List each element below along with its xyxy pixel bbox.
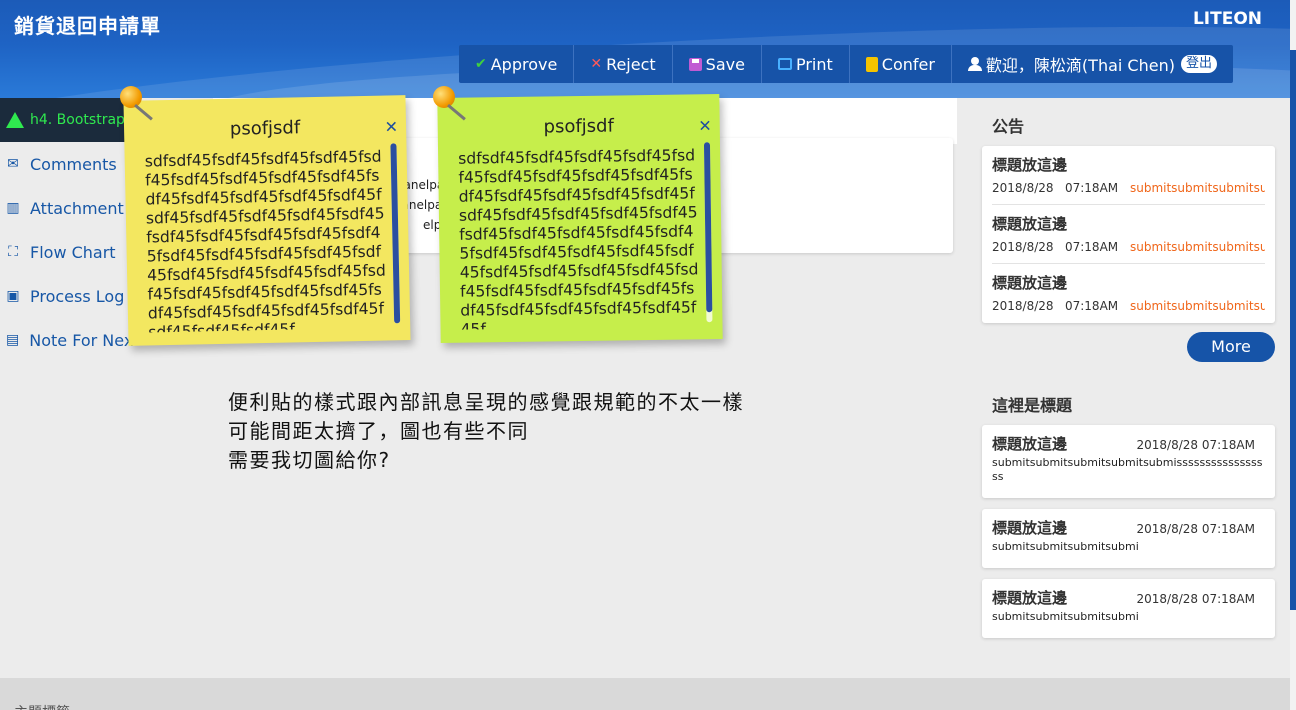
- card-title: 標題放這邊: [992, 435, 1068, 453]
- announcement-date: 2018/8/28: [992, 240, 1054, 254]
- more-button[interactable]: More: [1187, 332, 1275, 362]
- envelope-icon: ✉: [7, 156, 19, 172]
- page-scrollbar[interactable]: [1290, 0, 1296, 710]
- card-datetime: 2018/8/28 07:18AM: [1136, 438, 1256, 452]
- print-label: Print: [795, 54, 833, 74]
- announcement-link[interactable]: submitsubmitsubmitsubmi: [1130, 181, 1265, 195]
- announcement-time: 07:18AM: [1064, 299, 1119, 313]
- reject-button[interactable]: ✕ Reject: [574, 45, 673, 83]
- announcement-item[interactable]: 標題放這邊 2018/8/28 07:18AM submitsubmitsubm…: [992, 264, 1265, 323]
- confer-icon: [865, 56, 878, 72]
- announcement-title: 公告: [992, 117, 1025, 136]
- card-body: submitsubmitsubmitsubmi: [992, 540, 1139, 553]
- user-icon: [967, 57, 982, 71]
- info-card[interactable]: 標題放這邊 2018/8/28 07:18AM submitsubmitsubm…: [982, 509, 1275, 568]
- announcement-time: 07:18AM: [1064, 181, 1119, 195]
- sidebar-item-label: h4. Bootstrap: [30, 112, 125, 128]
- approve-label: Approve: [490, 54, 558, 74]
- announcement-link[interactable]: submitsubmitsubmitsubmi: [1130, 299, 1265, 313]
- sidebar-item-label: Note For Next: [29, 330, 135, 350]
- footer-text: 主題標籤: [14, 702, 70, 710]
- card-body: submitsubmitsubmitsubmitsubmisssssssssss…: [992, 456, 1263, 483]
- app-header: 銷貨退回申請單 LITEON ✔ Approve ✕ Reject Save P…: [0, 0, 1296, 98]
- info-card[interactable]: 標題放這邊 2018/8/28 07:18AM submitsubmitsubm…: [982, 425, 1275, 498]
- info-card[interactable]: 標題放這邊 2018/8/28 07:18AM submitsubmitsubm…: [982, 579, 1275, 638]
- note-scrollbar[interactable]: [703, 142, 713, 323]
- note-body: sdfsdf45fsdf45fsdf45fsdf45fsdf45fsdf45fs…: [144, 147, 386, 333]
- sitemap-icon: ⛶: [8, 244, 18, 260]
- sidebar-item-process-log[interactable]: ▣ Process Log: [0, 274, 135, 318]
- confer-label: Confer: [881, 54, 935, 74]
- sidebar-item-label: Process Log: [30, 286, 125, 306]
- announcement-item[interactable]: 標題放這邊 2018/8/28 07:18AM submitsubmitsubm…: [992, 146, 1265, 205]
- sidebar-item-flow-chart[interactable]: ⛶ Flow Chart: [0, 230, 135, 274]
- chart-icon: ▥: [6, 200, 20, 216]
- card-title: 標題放這邊: [992, 519, 1068, 537]
- reject-label: Reject: [606, 54, 656, 74]
- scroll-thumb[interactable]: [703, 142, 713, 313]
- review-message: 便利貼的樣式跟內部訊息呈現的感覺跟規範的不太一樣 可能間距太擠了，圖也有些不同 …: [228, 388, 744, 475]
- message-line: 便利貼的樣式跟內部訊息呈現的感覺跟規範的不太一樣: [228, 390, 744, 414]
- confer-button[interactable]: Confer: [850, 45, 952, 83]
- announcement-time: 07:18AM: [1064, 240, 1119, 254]
- scroll-thumb[interactable]: [1290, 50, 1296, 610]
- sidebar: h4. Bootstrap ✉ Comments ▥ Attachment ⛶ …: [0, 98, 135, 362]
- announcement-item[interactable]: 標題放這邊 2018/8/28 07:18AM submitsubmitsubm…: [992, 205, 1265, 264]
- note-body: sdfsdf45fsdf45fsdf45fsdf45fsdf45fsdf45fs…: [458, 146, 699, 330]
- briefcase-icon: ▣: [6, 288, 20, 304]
- file-icon: ▤: [6, 332, 20, 348]
- pushpin-icon: [118, 84, 158, 124]
- announcement-link[interactable]: submitsubmitsubmitsubmi: [1130, 240, 1265, 254]
- card-datetime: 2018/8/28 07:18AM: [1136, 522, 1256, 536]
- sidebar-item-label: Attachment: [30, 198, 124, 218]
- sidebar-item-comments[interactable]: ✉ Comments: [0, 142, 135, 186]
- sidebar-item-label: Flow Chart: [30, 242, 116, 262]
- footer-bar: 主題標籤: [0, 678, 1290, 710]
- x-icon: ✕: [590, 56, 603, 72]
- announcement-item-title: 標題放這邊: [992, 156, 1068, 174]
- announcement-date: 2018/8/28: [992, 299, 1054, 313]
- sticky-note[interactable]: psofjsdf ✕ sdfsdf45fsdf45fsdf45fsdf45fsd…: [437, 94, 723, 343]
- card-datetime: 2018/8/28 07:18AM: [1136, 592, 1256, 606]
- print-icon: [777, 58, 792, 70]
- announcement-item-title: 標題放這邊: [992, 215, 1068, 233]
- print-button[interactable]: Print: [762, 45, 850, 83]
- save-icon: [688, 57, 702, 71]
- sidebar-item-note-for-next[interactable]: ▤ Note For Next: [0, 318, 135, 362]
- card-body: submitsubmitsubmitsubmi: [992, 610, 1139, 623]
- sidebar-item-label: Comments: [30, 154, 117, 174]
- action-toolbar: ✔ Approve ✕ Reject Save Print Confer 歡迎，…: [459, 45, 1233, 83]
- note-title: psofjsdf: [543, 115, 614, 138]
- warning-icon: [6, 112, 24, 128]
- save-label: Save: [705, 54, 745, 74]
- save-button[interactable]: Save: [673, 45, 762, 83]
- sticky-note[interactable]: psofjsdf ✕ sdfsdf45fsdf45fsdf45fsdf45fsd…: [123, 95, 411, 346]
- check-icon: ✔: [475, 56, 487, 72]
- logout-button[interactable]: 登出: [1180, 55, 1217, 73]
- message-line: 需要我切圖給你?: [228, 448, 391, 472]
- announcement-list: 標題放這邊 2018/8/28 07:18AM submitsubmitsubm…: [982, 146, 1275, 323]
- card-title: 標題放這邊: [992, 589, 1068, 607]
- sidebar-item-bootstrap[interactable]: h4. Bootstrap: [0, 98, 135, 142]
- sidebar-item-attachment[interactable]: ▥ Attachment: [0, 186, 135, 230]
- user-greeting: 歡迎，陳松滴(Thai Chen): [985, 56, 1175, 75]
- liteon-logo: LITEON: [1192, 9, 1262, 29]
- announcement-item-title: 標題放這邊: [992, 274, 1068, 292]
- note-title: psofjsdf: [229, 117, 301, 140]
- announcement-date: 2018/8/28: [992, 181, 1054, 195]
- user-menu[interactable]: 歡迎，陳松滴(Thai Chen) 登出: [952, 45, 1233, 83]
- approve-button[interactable]: ✔ Approve: [459, 45, 575, 83]
- app-title: 銷貨退回申請單: [14, 14, 161, 38]
- close-icon[interactable]: ✕: [384, 117, 398, 136]
- pushpin-icon: [431, 84, 471, 124]
- message-line: 可能間距太擠了，圖也有些不同: [228, 419, 529, 443]
- section-title: 這裡是標題: [992, 396, 1073, 415]
- close-icon[interactable]: ✕: [698, 116, 712, 135]
